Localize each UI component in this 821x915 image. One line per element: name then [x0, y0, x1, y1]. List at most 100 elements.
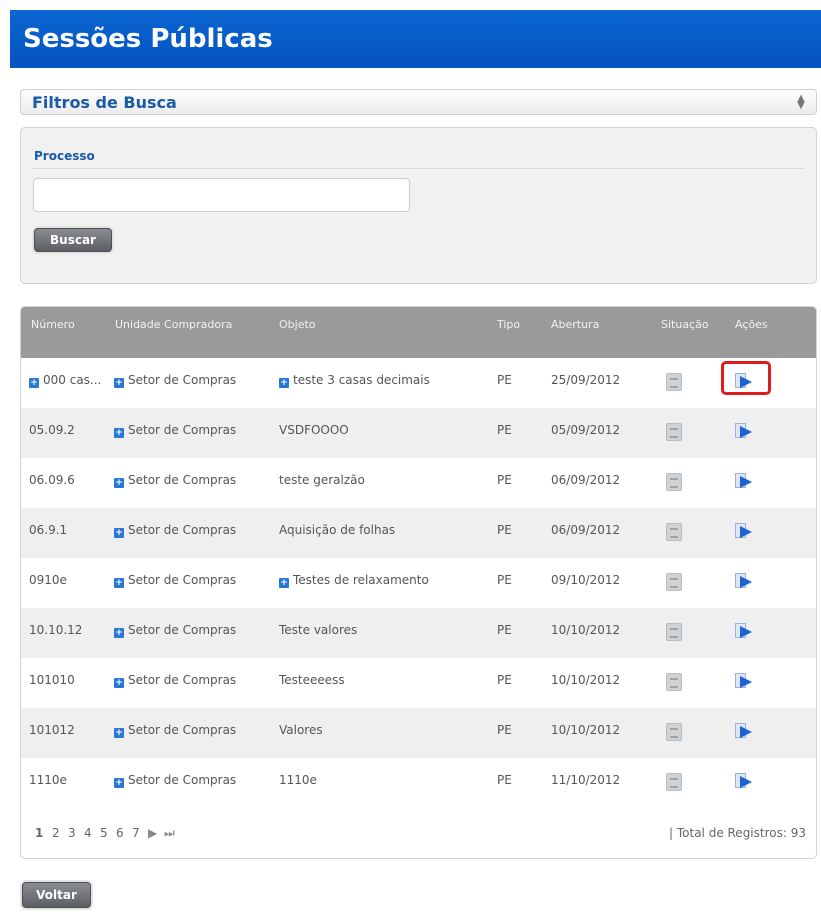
cell-unidade-text: Setor de Compras	[128, 673, 237, 687]
page-7[interactable]: 7	[132, 826, 140, 840]
expand-plus-icon[interactable]: +	[114, 628, 124, 638]
expand-plus-icon[interactable]: +	[114, 678, 124, 688]
cell-abertura-text: 09/10/2012	[551, 573, 621, 587]
status-document-icon	[666, 373, 682, 391]
cell-objeto-text: VSDFOOOO	[279, 423, 349, 437]
open-session-arrow-icon[interactable]	[735, 773, 753, 789]
cell-unidade-text: Setor de Compras	[128, 623, 237, 637]
search-filters-toggle[interactable]: Filtros de Busca ▲ ▼	[20, 89, 817, 115]
cell-tipo-text: PE	[497, 373, 512, 387]
cell-unidade-text: Setor de Compras	[128, 723, 237, 737]
expand-plus-icon[interactable]: +	[279, 578, 289, 588]
cell-unidade: + Setor de Compras	[114, 723, 236, 738]
cell-numero: 05.09.2	[29, 423, 75, 437]
sort-toggle-icon[interactable]: ▲ ▼	[796, 94, 806, 111]
cell-tipo-text: PE	[497, 423, 512, 437]
header-unidade[interactable]: Unidade Compradora	[115, 318, 232, 331]
cell-numero: 101010	[29, 673, 75, 687]
open-session-arrow-icon[interactable]	[735, 723, 753, 739]
open-session-arrow-icon[interactable]	[735, 423, 753, 439]
status-document-icon	[666, 473, 682, 491]
table-row: 06.9.1 + Setor de Compras Aquisição de folh…	[21, 508, 816, 558]
cell-objeto-text: Testes de relaxamento	[293, 573, 429, 587]
cell-unidade-text: Setor de Compras	[128, 523, 237, 537]
cell-numero-text: 0910e	[29, 573, 67, 587]
cell-unidade-text: Setor de Compras	[128, 773, 237, 787]
page-5[interactable]: 5	[100, 826, 108, 840]
cell-objeto: Valores	[279, 723, 323, 737]
page-6[interactable]: 6	[116, 826, 124, 840]
cell-abertura-text: 10/10/2012	[551, 673, 621, 687]
open-session-arrow-icon[interactable]	[735, 623, 753, 639]
cell-numero-text: 101010	[29, 673, 75, 687]
open-session-arrow-icon[interactable]	[735, 473, 753, 489]
cell-abertura: 09/10/2012	[551, 573, 620, 587]
cell-tipo: PE	[497, 623, 512, 637]
process-input[interactable]	[33, 178, 410, 212]
table-row: 101010 + Setor de Compras Testeeeess PE 10/10…	[21, 658, 816, 708]
cell-unidade-text: Setor de Compras	[128, 373, 237, 387]
open-session-arrow-icon[interactable]	[735, 523, 753, 539]
next-page-icon[interactable]: ▶	[148, 826, 157, 840]
expand-plus-icon[interactable]: +	[114, 728, 124, 738]
back-button[interactable]: Voltar	[22, 882, 91, 908]
cell-tipo-text: PE	[497, 723, 512, 737]
last-page-icon[interactable]: ⏭	[164, 826, 175, 841]
table-row: 06.09.6 + Setor de Compras teste geralzão PE…	[21, 458, 816, 508]
open-session-arrow-icon[interactable]	[735, 673, 753, 689]
cell-numero: 06.09.6	[29, 473, 75, 487]
cell-abertura: 06/09/2012	[551, 473, 620, 487]
cell-unidade: + Setor de Compras	[114, 523, 236, 538]
page-1[interactable]: 1	[35, 826, 43, 840]
pagination: 1 2 3 4 5 6 7 ▶ ⏭ | Total de Registros: …	[21, 809, 816, 858]
cell-tipo: PE	[497, 723, 512, 737]
page-2[interactable]: 2	[52, 826, 60, 840]
cell-tipo: PE	[497, 573, 512, 587]
header-tipo[interactable]: Tipo	[497, 318, 520, 331]
header-abertura[interactable]: Abertura	[551, 318, 599, 331]
page-3[interactable]: 3	[68, 826, 76, 840]
table-row: 10.10.12 + Setor de Compras Teste valores PE…	[21, 608, 816, 658]
cell-objeto: teste geralzão	[279, 473, 365, 487]
filter-panel: Processo Buscar	[20, 127, 817, 284]
cell-abertura: 10/10/2012	[551, 723, 620, 737]
cell-numero-text: 05.09.2	[29, 423, 75, 437]
cell-unidade: + Setor de Compras	[114, 573, 236, 588]
filters-title: Filtros de Busca	[32, 93, 177, 112]
search-button[interactable]: Buscar	[34, 228, 112, 252]
cell-unidade-text: Setor de Compras	[128, 473, 237, 487]
cell-tipo-text: PE	[497, 623, 512, 637]
expand-plus-icon[interactable]: +	[114, 778, 124, 788]
cell-objeto-text: Aquisição de folhas	[279, 523, 396, 537]
expand-plus-icon[interactable]: +	[114, 428, 124, 438]
cell-numero-text: 06.09.6	[29, 473, 75, 487]
status-document-icon	[666, 723, 682, 741]
open-session-arrow-icon[interactable]	[735, 573, 753, 589]
expand-plus-icon[interactable]: +	[29, 378, 39, 388]
table-row: 05.09.2 + Setor de Compras VSDFOOOO PE 05/09/…	[21, 408, 816, 458]
expand-plus-icon[interactable]: +	[114, 578, 124, 588]
cell-numero: +000 cas...	[29, 373, 101, 388]
process-label: Processo	[34, 149, 95, 163]
expand-plus-icon[interactable]: +	[114, 528, 124, 538]
cell-numero: 0910e	[29, 573, 67, 587]
cell-unidade-text: Setor de Compras	[128, 423, 237, 437]
cell-abertura: 05/09/2012	[551, 423, 620, 437]
cell-abertura-text: 25/09/2012	[551, 373, 621, 387]
cell-abertura-text: 11/10/2012	[551, 773, 621, 787]
expand-plus-icon[interactable]: +	[114, 478, 124, 488]
header-numero[interactable]: Número	[31, 318, 75, 331]
expand-plus-icon[interactable]: +	[279, 378, 289, 388]
table-row: +000 cas... + Setor de Compras + teste 3 cas…	[21, 358, 816, 408]
cell-numero: 1110e	[29, 773, 67, 787]
page-title: Sessões Públicas	[10, 10, 821, 68]
table-row: 101012 + Setor de Compras Valores PE 10/10/20…	[21, 708, 816, 758]
header-objeto[interactable]: Objeto	[279, 318, 316, 331]
expand-plus-icon[interactable]: +	[114, 378, 124, 388]
page-4[interactable]: 4	[84, 826, 92, 840]
cell-objeto: Testeeeess	[279, 673, 345, 687]
status-document-icon	[666, 573, 682, 591]
cell-unidade: + Setor de Compras	[114, 623, 236, 638]
status-document-icon	[666, 423, 682, 441]
cell-numero-text: 000 cas...	[43, 373, 102, 387]
